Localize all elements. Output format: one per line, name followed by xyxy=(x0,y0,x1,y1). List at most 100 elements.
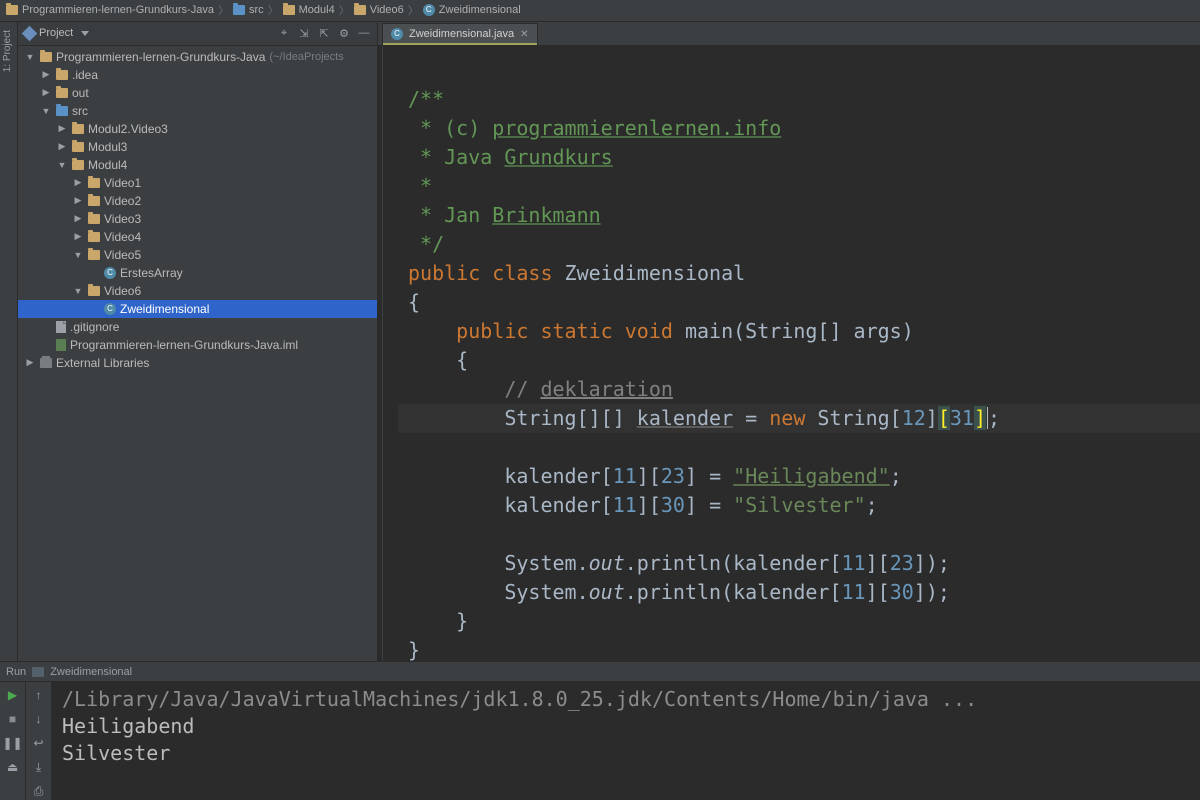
breadcrumb-item[interactable]: Modul4 xyxy=(283,4,335,16)
folder-icon xyxy=(283,5,295,15)
tree-expand-icon[interactable]: ▶ xyxy=(72,177,84,188)
breadcrumb-separator: 〉 xyxy=(339,2,350,18)
tree-label: Video4 xyxy=(104,230,141,244)
rerun-button[interactable]: ▶ xyxy=(4,686,22,704)
code-editor[interactable]: /** * (c) programmierenlernen.info * Jav… xyxy=(378,46,1200,661)
code-line[interactable]: System.out.println(kalender[11][30]); xyxy=(398,578,1200,607)
tree-row[interactable]: ▶ Video2 xyxy=(18,192,377,210)
print-button[interactable]: ⎙ xyxy=(30,782,48,800)
tree-row[interactable]: ▶out xyxy=(18,84,377,102)
breadcrumb-item[interactable]: Video6 xyxy=(354,4,404,16)
tree-expand-icon[interactable]: ▶ xyxy=(72,195,84,206)
editor-tabs: C Zweidimensional.java ✕ xyxy=(378,22,1200,46)
code-line[interactable]: // deklaration xyxy=(398,375,1200,404)
tree-expand-icon[interactable]: ▶ xyxy=(56,123,68,134)
project-view-selector[interactable]: Project xyxy=(24,27,89,39)
code-line[interactable]: } xyxy=(398,636,1200,661)
stop-button[interactable]: ■ xyxy=(4,710,22,728)
project-tool-stripe-label[interactable]: 1: Project xyxy=(2,30,13,72)
breadcrumb-separator: 〉 xyxy=(218,2,229,18)
pause-button[interactable]: ❚❚ xyxy=(4,734,22,752)
code-line[interactable]: System.out.println(kalender[11][23]); xyxy=(398,549,1200,578)
tree-row[interactable]: ▶ External Libraries xyxy=(18,354,377,372)
tree-row[interactable]: ▶CErstesArray xyxy=(18,264,377,282)
soft-wrap-button[interactable]: ↩ xyxy=(30,734,48,752)
code-line[interactable]: String[][] kalender = new String[12][31]… xyxy=(398,404,1200,433)
code-line[interactable]: } xyxy=(398,607,1200,636)
tree-row[interactable]: ▼Modul4 xyxy=(18,156,377,174)
tree-row[interactable]: ▶.idea xyxy=(18,66,377,84)
tree-row[interactable]: ▼src xyxy=(18,102,377,120)
breadcrumb-item[interactable]: src xyxy=(233,4,264,16)
tree-row[interactable]: ▼Video5 xyxy=(18,246,377,264)
chevron-down-icon xyxy=(81,31,89,36)
console-line: Heiligabend xyxy=(62,714,194,738)
tree-label: Video2 xyxy=(104,194,141,208)
tree-row[interactable]: ▶Programmieren-lernen-Grundkurs-Java.iml xyxy=(18,336,377,354)
tree-expand-icon[interactable]: ▼ xyxy=(72,250,84,260)
code-line[interactable]: * (c) programmierenlernen.info xyxy=(398,114,1200,143)
code-line[interactable]: public class Zweidimensional xyxy=(398,259,1200,288)
scroll-to-end-button[interactable]: ⤓ xyxy=(30,758,48,776)
expand-all-icon[interactable]: ⇱ xyxy=(317,26,331,40)
breadcrumb-label: Programmieren-lernen-Grundkurs-Java xyxy=(22,4,214,16)
code-line[interactable] xyxy=(398,433,1200,462)
tree-label: Video3 xyxy=(104,212,141,226)
folder-icon xyxy=(88,196,100,206)
run-config-name: Zweidimensional xyxy=(50,666,132,678)
code-line[interactable]: /** xyxy=(398,85,1200,114)
tree-expand-icon[interactable]: ▶ xyxy=(72,213,84,224)
tree-row[interactable]: ▶ Video3 xyxy=(18,210,377,228)
down-button[interactable]: ↓ xyxy=(30,710,48,728)
tree-row[interactable]: ▼Programmieren-lernen-Grundkurs-Java(~/I… xyxy=(18,48,377,66)
exit-button[interactable]: ⏏ xyxy=(4,758,22,776)
locate-icon[interactable]: ⌖ xyxy=(277,26,291,40)
tree-expand-icon[interactable]: ▼ xyxy=(56,160,68,170)
code-line[interactable]: * Java Grundkurs xyxy=(398,143,1200,172)
class-icon: C xyxy=(423,4,435,16)
tree-expand-icon[interactable]: ▶ xyxy=(56,141,68,152)
tree-label: External Libraries xyxy=(56,356,149,370)
settings-icon[interactable]: ⚙ xyxy=(337,26,351,40)
code-line[interactable] xyxy=(398,520,1200,549)
up-button[interactable]: ↑ xyxy=(30,686,48,704)
close-icon[interactable]: ✕ xyxy=(520,29,528,40)
tree-expand-icon[interactable]: ▶ xyxy=(72,231,84,242)
tool-window-stripe-left[interactable]: 1: Project xyxy=(0,22,18,661)
code-line[interactable]: */ xyxy=(398,230,1200,259)
class-icon: C xyxy=(391,28,403,40)
code-line[interactable]: public static void main(String[] args) xyxy=(398,317,1200,346)
code-line[interactable]: * Jan Brinkmann xyxy=(398,201,1200,230)
breadcrumb-item[interactable]: Programmieren-lernen-Grundkurs-Java xyxy=(6,4,214,16)
hide-icon[interactable]: — xyxy=(357,26,371,40)
breadcrumb-label: Zweidimensional xyxy=(439,4,521,16)
tree-row[interactable]: ▶Modul2.Video3 xyxy=(18,120,377,138)
tree-expand-icon[interactable]: ▶ xyxy=(24,357,36,368)
tree-expand-icon[interactable]: ▼ xyxy=(40,106,52,116)
tree-row[interactable]: ▶Video1 xyxy=(18,174,377,192)
code-line[interactable]: { xyxy=(398,288,1200,317)
code-line[interactable]: kalender[11][23] = "Heiligabend"; xyxy=(398,462,1200,491)
tree-row[interactable]: ▼Video6 xyxy=(18,282,377,300)
breadcrumb-item[interactable]: C Zweidimensional xyxy=(423,4,521,16)
run-console[interactable]: /Library/Java/JavaVirtualMachines/jdk1.8… xyxy=(52,682,1200,800)
tree-expand-icon[interactable]: ▼ xyxy=(72,286,84,296)
tree-row[interactable]: ▶ Video4 xyxy=(18,228,377,246)
tree-row[interactable]: ▶CZweidimensional xyxy=(18,300,377,318)
project-tree[interactable]: ▼Programmieren-lernen-Grundkurs-Java(~/I… xyxy=(18,46,377,661)
run-header: Run Zweidimensional xyxy=(0,662,1200,682)
tree-row[interactable]: ▶.gitignore xyxy=(18,318,377,336)
code-line[interactable] xyxy=(398,56,1200,85)
tree-expand-icon[interactable]: ▼ xyxy=(24,52,36,62)
tree-expand-icon[interactable]: ▶ xyxy=(40,87,52,98)
tree-expand-icon[interactable]: ▶ xyxy=(40,69,52,80)
collapse-all-icon[interactable]: ⇲ xyxy=(297,26,311,40)
tree-row[interactable]: ▶Modul3 xyxy=(18,138,377,156)
code-line[interactable]: * xyxy=(398,172,1200,201)
folder-icon xyxy=(88,214,100,224)
editor-tab[interactable]: C Zweidimensional.java ✕ xyxy=(382,23,538,45)
code-line[interactable]: { xyxy=(398,346,1200,375)
code-line[interactable]: kalender[11][30] = "Silvester"; xyxy=(398,491,1200,520)
folder-icon xyxy=(56,70,68,80)
run-header-prefix: Run xyxy=(6,666,26,678)
